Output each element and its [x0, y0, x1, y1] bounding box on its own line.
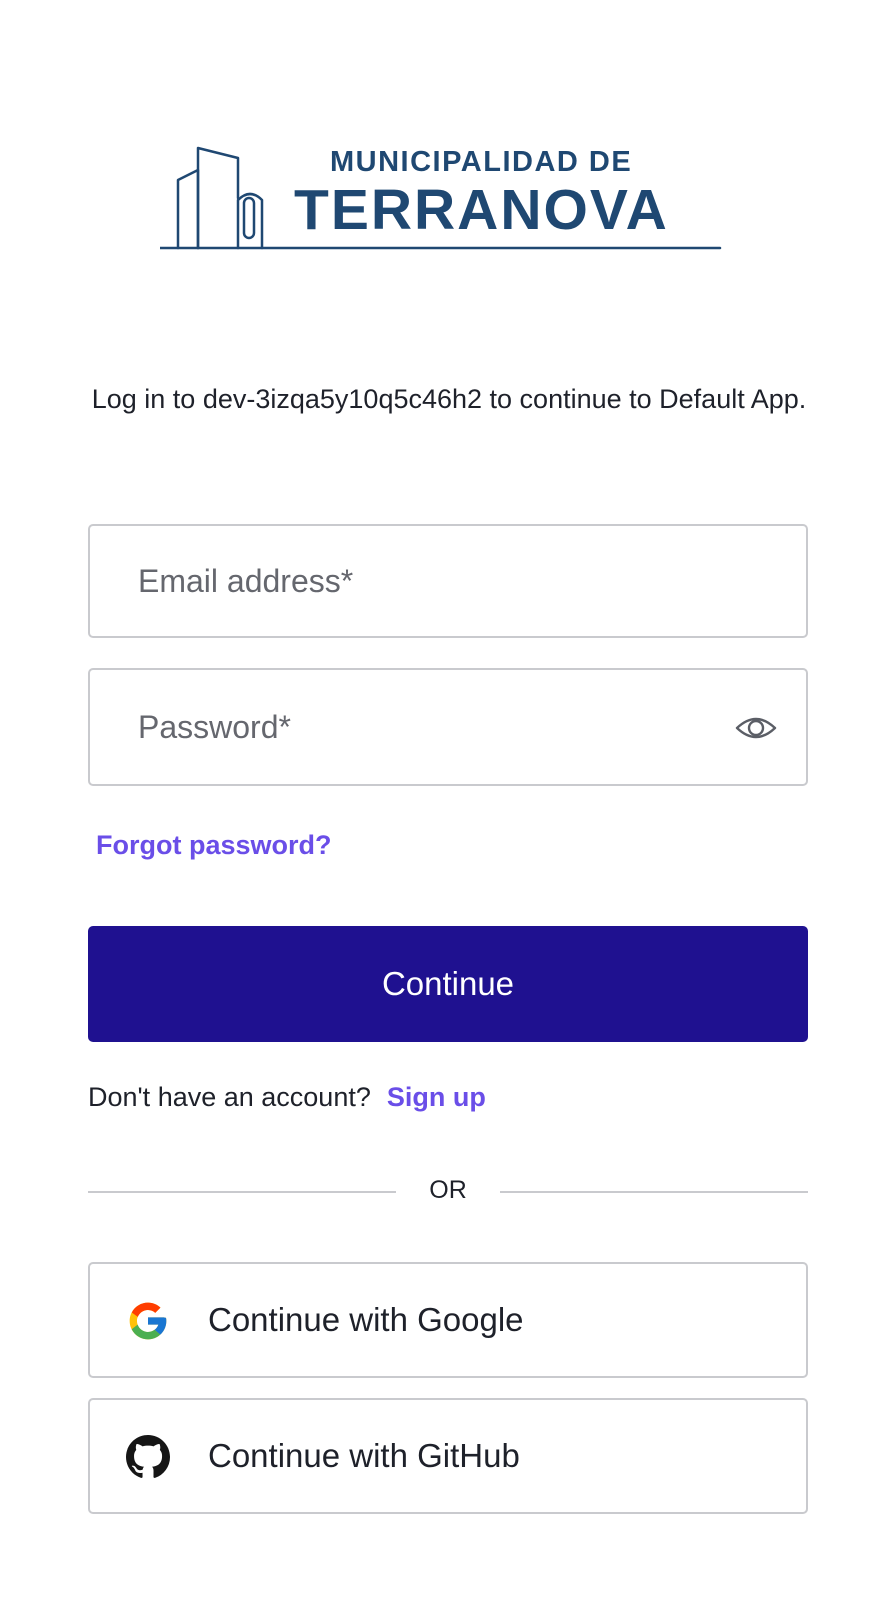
login-intro-text: Log in to dev-3izqa5y10q5c46h2 to contin…	[91, 384, 807, 414]
logo-title-line2: TERRANOVA	[294, 178, 669, 242]
github-icon	[126, 1435, 170, 1479]
logo-title-line1: MUNICIPALIDAD DE	[330, 146, 633, 178]
terranova-logo: MUNICIPALIDAD DE TERRANOVA	[160, 140, 730, 260]
divider-or-text: OR	[429, 1176, 467, 1204]
forgot-password-link[interactable]: Forgot password?	[96, 830, 332, 861]
signup-prompt: Don't have an account?	[88, 1082, 371, 1112]
signup-link[interactable]: Sign up	[387, 1082, 486, 1112]
github-button-label: Continue with GitHub	[208, 1437, 520, 1474]
continue-button[interactable]: Continue	[88, 926, 808, 1042]
github-login-button[interactable]: Continue with GitHub	[88, 1398, 808, 1514]
divider-line-left	[88, 1191, 396, 1193]
google-login-button[interactable]: Continue with Google	[88, 1262, 808, 1378]
password-field[interactable]	[88, 668, 808, 786]
google-button-label: Continue with Google	[208, 1301, 524, 1338]
divider-line-right	[500, 1191, 808, 1193]
email-input[interactable]	[138, 526, 698, 636]
login-card: MUNICIPALIDAD DE TERRANOVA Log in to dev…	[0, 0, 896, 1599]
email-field[interactable]	[88, 524, 808, 638]
signup-row: Don't have an account? Sign up	[88, 1082, 486, 1113]
google-icon	[126, 1299, 170, 1343]
password-input[interactable]	[138, 670, 698, 784]
eye-icon[interactable]	[734, 708, 778, 748]
